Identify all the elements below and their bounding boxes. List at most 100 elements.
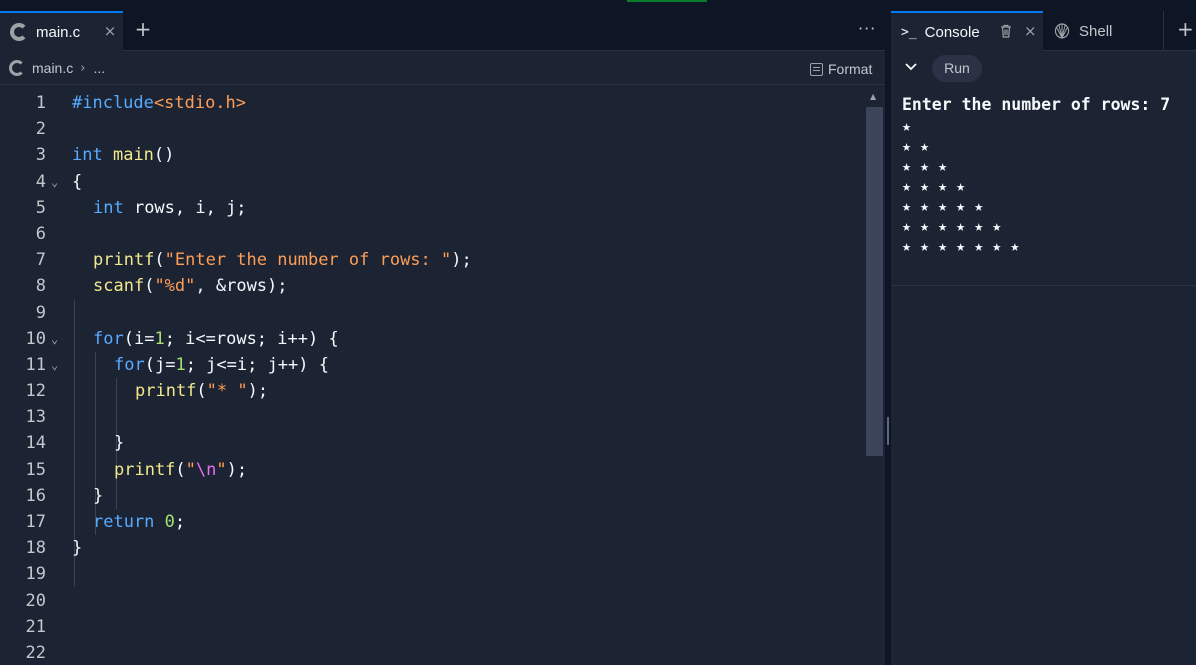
line-number: 6	[35, 223, 46, 244]
code-line: 3 int main()	[0, 142, 865, 168]
console-output-line: ★	[902, 117, 912, 135]
window-top-strip	[0, 0, 1196, 11]
breadcrumb: main.c › ... Format	[0, 52, 885, 85]
line-number: 13	[25, 407, 46, 428]
line-number: 15	[25, 459, 46, 480]
code-token: int	[93, 197, 124, 218]
editor-pane: main.c × + ··· main.c › ... Format 1 #inc…	[0, 11, 885, 665]
format-button[interactable]: Format	[810, 58, 872, 80]
code-line: 17 return 0;	[0, 509, 865, 535]
console-output-line: ★ ★ ★ ★ ★	[902, 197, 984, 215]
code-line: 8 scanf("%d", &rows);	[0, 273, 865, 299]
line-number: 17	[25, 512, 46, 532]
code-token: rows, i, j;	[123, 197, 247, 218]
code-token: );	[451, 250, 472, 271]
code-token: printf	[135, 381, 197, 402]
code-token: \n	[195, 459, 217, 480]
code-line: 16}	[0, 483, 865, 509]
code-token: (i=	[123, 328, 155, 349]
code-line: 4 ⌄ {	[0, 169, 865, 195]
code-token: <stdio.h>	[153, 93, 247, 113]
code-token: ()	[153, 145, 175, 166]
format-icon	[810, 62, 823, 76]
console-pane: >_ Console × Shell + Run Enter the numbe…	[891, 11, 1196, 665]
tab-label: main.c	[36, 23, 81, 41]
console-output-line: Enter the number of rows: 7	[902, 95, 1171, 114]
scroll-up-icon[interactable]: ▲	[870, 92, 876, 101]
line-number: 19	[25, 564, 46, 585]
code-line: 10 ⌄ for(i=1; i<=rows; i++) {	[0, 326, 865, 352]
line-number: 14	[25, 433, 46, 454]
line-number: 5	[35, 197, 46, 218]
code-token: (	[175, 459, 186, 480]
code-line: 7 printf("Enter the number of rows: ");	[0, 247, 865, 273]
code-token: "Enter the number of rows: "	[164, 250, 452, 271]
code-token: ; j<=i; j++) {	[185, 354, 329, 375]
code-token: for	[93, 328, 124, 349]
chevron-right-icon: ›	[80, 60, 86, 76]
add-tab-button[interactable]: +	[134, 18, 152, 40]
code-line: 22	[0, 640, 865, 665]
console-output-line: ★ ★ ★ ★	[902, 177, 966, 195]
chevron-down-icon[interactable]	[904, 59, 918, 75]
line-number: 16	[25, 485, 46, 506]
tab-shell[interactable]: Shell	[1044, 11, 1164, 51]
code-token: {	[72, 171, 83, 192]
breadcrumb-more[interactable]: ...	[93, 60, 105, 76]
code-line: 9	[0, 300, 865, 326]
trash-icon[interactable]	[1000, 24, 1012, 38]
editor-tab-bar: main.c × + ···	[0, 11, 885, 51]
close-icon[interactable]: ×	[1024, 22, 1037, 40]
code-token: printf	[114, 459, 176, 480]
line-number: 1	[35, 93, 46, 113]
scrollbar-thumb[interactable]	[866, 107, 883, 456]
code-token: (j=	[144, 354, 176, 375]
breadcrumb-file[interactable]: main.c	[32, 60, 73, 76]
tab-console[interactable]: >_ Console ×	[891, 11, 1043, 51]
chevron-down-icon[interactable]: ⌄	[51, 352, 58, 378]
code-token: (	[196, 381, 207, 402]
add-tab-button[interactable]: +	[1177, 18, 1194, 40]
console-output-line: ★ ★ ★	[902, 157, 948, 175]
code-token: 1	[154, 328, 165, 349]
code-line: 6	[0, 221, 865, 247]
code-token: }	[72, 538, 83, 559]
code-token: #include	[72, 93, 154, 113]
code-editor[interactable]: 1 #include<stdio.h> 2 3 int main() 4 ⌄{ 5 in…	[0, 90, 865, 665]
code-token: main	[112, 145, 154, 166]
console-output-line: ★ ★ ★ ★ ★ ★ ★	[902, 237, 1020, 255]
tab-shell-label: Shell	[1079, 22, 1113, 40]
line-number: 9	[35, 302, 46, 323]
console-output: Enter the number of rows: 7 ★ ★ ★ ★ ★ ★ …	[902, 94, 1196, 256]
line-number: 21	[25, 616, 46, 637]
console-output-line: ★ ★ ★ ★ ★ ★	[902, 217, 1002, 235]
line-number: 4	[35, 171, 46, 192]
code-line: 12 printf("* ");	[0, 378, 865, 404]
code-token: "%d"	[154, 276, 196, 297]
tab-main-c[interactable]: main.c ×	[0, 11, 123, 51]
code-line: 5 int rows, i, j;	[0, 195, 865, 221]
code-token: "* "	[206, 381, 248, 402]
close-icon[interactable]: ×	[102, 22, 118, 40]
line-number: 12	[25, 381, 46, 402]
chevron-down-icon[interactable]: ⌄	[51, 326, 58, 352]
code-token: );	[247, 381, 269, 402]
run-button[interactable]: Run	[932, 55, 982, 82]
resize-grip[interactable]	[887, 417, 889, 445]
c-language-icon	[9, 60, 25, 76]
line-number: 8	[35, 276, 46, 297]
c-language-icon	[10, 23, 28, 41]
code-token: printf	[93, 250, 155, 271]
chevron-down-icon[interactable]: ⌄	[51, 169, 58, 195]
code-token: , &rows);	[195, 276, 288, 297]
more-options-icon[interactable]: ···	[858, 19, 882, 39]
line-number: 20	[25, 590, 46, 611]
console-toolbar: Run	[891, 52, 1196, 86]
code-token: scanf	[93, 276, 145, 297]
code-line: 14}	[0, 430, 865, 456]
format-label: Format	[828, 61, 873, 77]
code-line: 15 printf("\n");	[0, 457, 865, 483]
line-number: 10	[25, 328, 46, 349]
